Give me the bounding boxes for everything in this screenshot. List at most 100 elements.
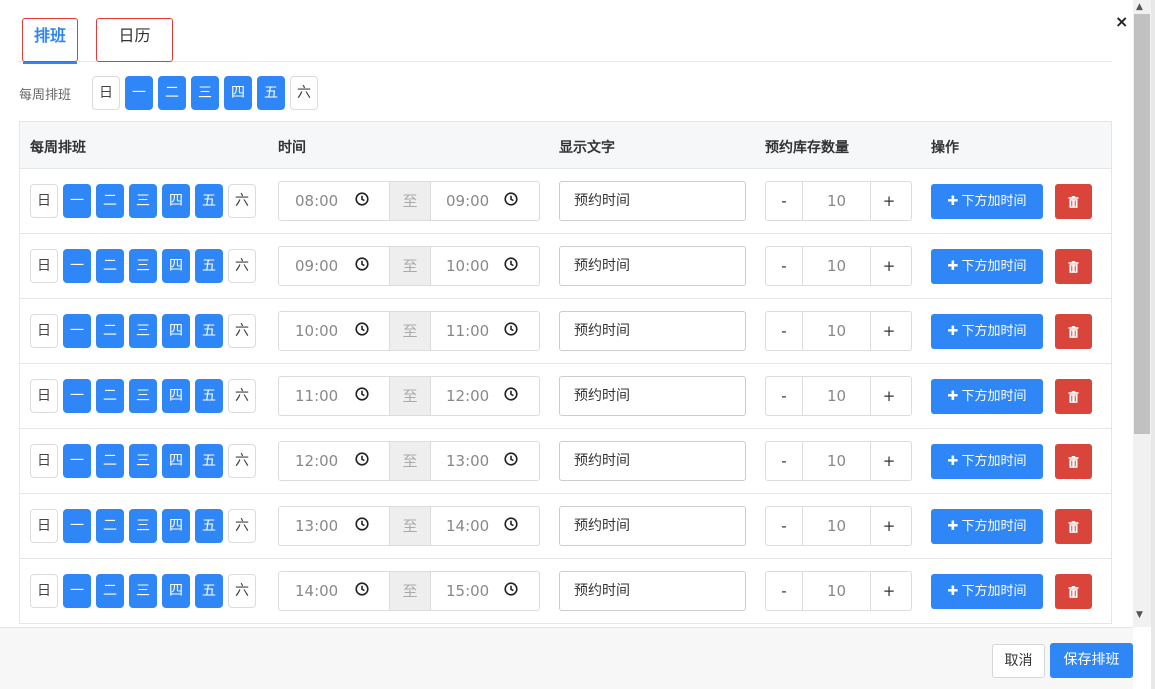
delete-row-button[interactable] <box>1055 249 1092 284</box>
display-text-input[interactable]: 预约时间 <box>559 441 746 481</box>
end-time-input[interactable]: 14:00 <box>431 507 539 545</box>
row-day-1[interactable]: 一 <box>63 314 91 348</box>
add-time-below-button[interactable]: ✚ 下方加时间 <box>931 574 1043 609</box>
decrement-button[interactable]: - <box>766 442 802 480</box>
decrement-button[interactable]: - <box>766 247 802 285</box>
clock-icon[interactable] <box>504 192 518 210</box>
decrement-button[interactable]: - <box>766 312 802 350</box>
row-day-5[interactable]: 五 <box>195 444 223 478</box>
weekly-day-2[interactable]: 二 <box>158 76 187 110</box>
row-day-4[interactable]: 四 <box>162 249 190 283</box>
clock-icon[interactable] <box>504 452 518 470</box>
row-day-6[interactable]: 六 <box>228 444 256 478</box>
end-time-input[interactable]: 12:00 <box>431 377 539 415</box>
clock-icon[interactable] <box>355 582 369 600</box>
delete-row-button[interactable] <box>1055 444 1092 479</box>
row-day-0[interactable]: 日 <box>30 379 58 413</box>
clock-icon[interactable] <box>504 322 518 340</box>
clock-icon[interactable] <box>504 387 518 405</box>
row-day-2[interactable]: 二 <box>96 314 124 348</box>
start-time-input[interactable]: 08:00 <box>279 182 389 220</box>
row-day-6[interactable]: 六 <box>228 574 256 608</box>
row-day-4[interactable]: 四 <box>162 184 190 218</box>
delete-row-button[interactable] <box>1055 574 1092 609</box>
clock-icon[interactable] <box>355 192 369 210</box>
row-day-3[interactable]: 三 <box>129 574 157 608</box>
increment-button[interactable]: + <box>871 377 907 415</box>
tab-calendar[interactable]: 日历 <box>96 18 173 62</box>
stock-quantity-input[interactable]: 10 <box>802 247 871 285</box>
row-day-3[interactable]: 三 <box>129 184 157 218</box>
row-day-5[interactable]: 五 <box>195 249 223 283</box>
row-day-6[interactable]: 六 <box>228 184 256 218</box>
display-text-input[interactable]: 预约时间 <box>559 376 746 416</box>
stock-quantity-input[interactable]: 10 <box>802 377 871 415</box>
weekly-day-5[interactable]: 五 <box>257 76 286 110</box>
increment-button[interactable]: + <box>871 247 907 285</box>
row-day-6[interactable]: 六 <box>228 509 256 543</box>
scrollbar-thumb[interactable] <box>1134 14 1150 434</box>
row-day-6[interactable]: 六 <box>228 249 256 283</box>
stock-quantity-input[interactable]: 10 <box>802 507 871 545</box>
display-text-input[interactable]: 预约时间 <box>559 506 746 546</box>
clock-icon[interactable] <box>504 582 518 600</box>
row-day-3[interactable]: 三 <box>129 314 157 348</box>
row-day-2[interactable]: 二 <box>96 184 124 218</box>
row-day-1[interactable]: 一 <box>63 379 91 413</box>
save-schedule-button[interactable]: 保存排班 <box>1050 643 1133 678</box>
end-time-input[interactable]: 10:00 <box>431 247 539 285</box>
add-time-below-button[interactable]: ✚ 下方加时间 <box>931 249 1043 284</box>
row-day-1[interactable]: 一 <box>63 249 91 283</box>
start-time-input[interactable]: 13:00 <box>279 507 389 545</box>
stock-quantity-input[interactable]: 10 <box>802 312 871 350</box>
row-day-0[interactable]: 日 <box>30 574 58 608</box>
cancel-button[interactable]: 取消 <box>992 644 1045 678</box>
row-day-0[interactable]: 日 <box>30 249 58 283</box>
stock-quantity-input[interactable]: 10 <box>802 572 871 610</box>
start-time-input[interactable]: 10:00 <box>279 312 389 350</box>
stock-quantity-input[interactable]: 10 <box>802 442 871 480</box>
decrement-button[interactable]: - <box>766 507 802 545</box>
row-day-2[interactable]: 二 <box>96 574 124 608</box>
increment-button[interactable]: + <box>871 507 907 545</box>
row-day-5[interactable]: 五 <box>195 574 223 608</box>
tab-schedule[interactable]: 排班 <box>22 18 78 64</box>
row-day-3[interactable]: 三 <box>129 249 157 283</box>
row-day-2[interactable]: 二 <box>96 509 124 543</box>
increment-button[interactable]: + <box>871 312 907 350</box>
row-day-0[interactable]: 日 <box>30 184 58 218</box>
weekly-day-0[interactable]: 日 <box>92 76 121 110</box>
row-day-4[interactable]: 四 <box>162 379 190 413</box>
end-time-input[interactable]: 09:00 <box>431 182 539 220</box>
row-day-3[interactable]: 三 <box>129 444 157 478</box>
start-time-input[interactable]: 14:00 <box>279 572 389 610</box>
decrement-button[interactable]: - <box>766 572 802 610</box>
end-time-input[interactable]: 13:00 <box>431 442 539 480</box>
row-day-1[interactable]: 一 <box>63 184 91 218</box>
row-day-4[interactable]: 四 <box>162 574 190 608</box>
row-day-2[interactable]: 二 <box>96 379 124 413</box>
add-time-below-button[interactable]: ✚ 下方加时间 <box>931 509 1043 544</box>
add-time-below-button[interactable]: ✚ 下方加时间 <box>931 314 1043 349</box>
row-day-3[interactable]: 三 <box>129 509 157 543</box>
delete-row-button[interactable] <box>1055 314 1092 349</box>
clock-icon[interactable] <box>355 322 369 340</box>
row-day-2[interactable]: 二 <box>96 444 124 478</box>
decrement-button[interactable]: - <box>766 182 802 220</box>
clock-icon[interactable] <box>355 452 369 470</box>
clock-icon[interactable] <box>504 517 518 535</box>
delete-row-button[interactable] <box>1055 184 1092 219</box>
row-day-1[interactable]: 一 <box>63 574 91 608</box>
close-icon[interactable]: × <box>1115 12 1128 31</box>
weekly-day-3[interactable]: 三 <box>191 76 220 110</box>
increment-button[interactable]: + <box>871 442 907 480</box>
clock-icon[interactable] <box>355 387 369 405</box>
row-day-5[interactable]: 五 <box>195 184 223 218</box>
delete-row-button[interactable] <box>1055 509 1092 544</box>
scroll-up-icon[interactable]: ▲ <box>1136 2 1143 12</box>
weekly-day-4[interactable]: 四 <box>224 76 253 110</box>
row-day-1[interactable]: 一 <box>63 444 91 478</box>
row-day-6[interactable]: 六 <box>228 314 256 348</box>
display-text-input[interactable]: 预约时间 <box>559 181 746 221</box>
display-text-input[interactable]: 预约时间 <box>559 571 746 611</box>
